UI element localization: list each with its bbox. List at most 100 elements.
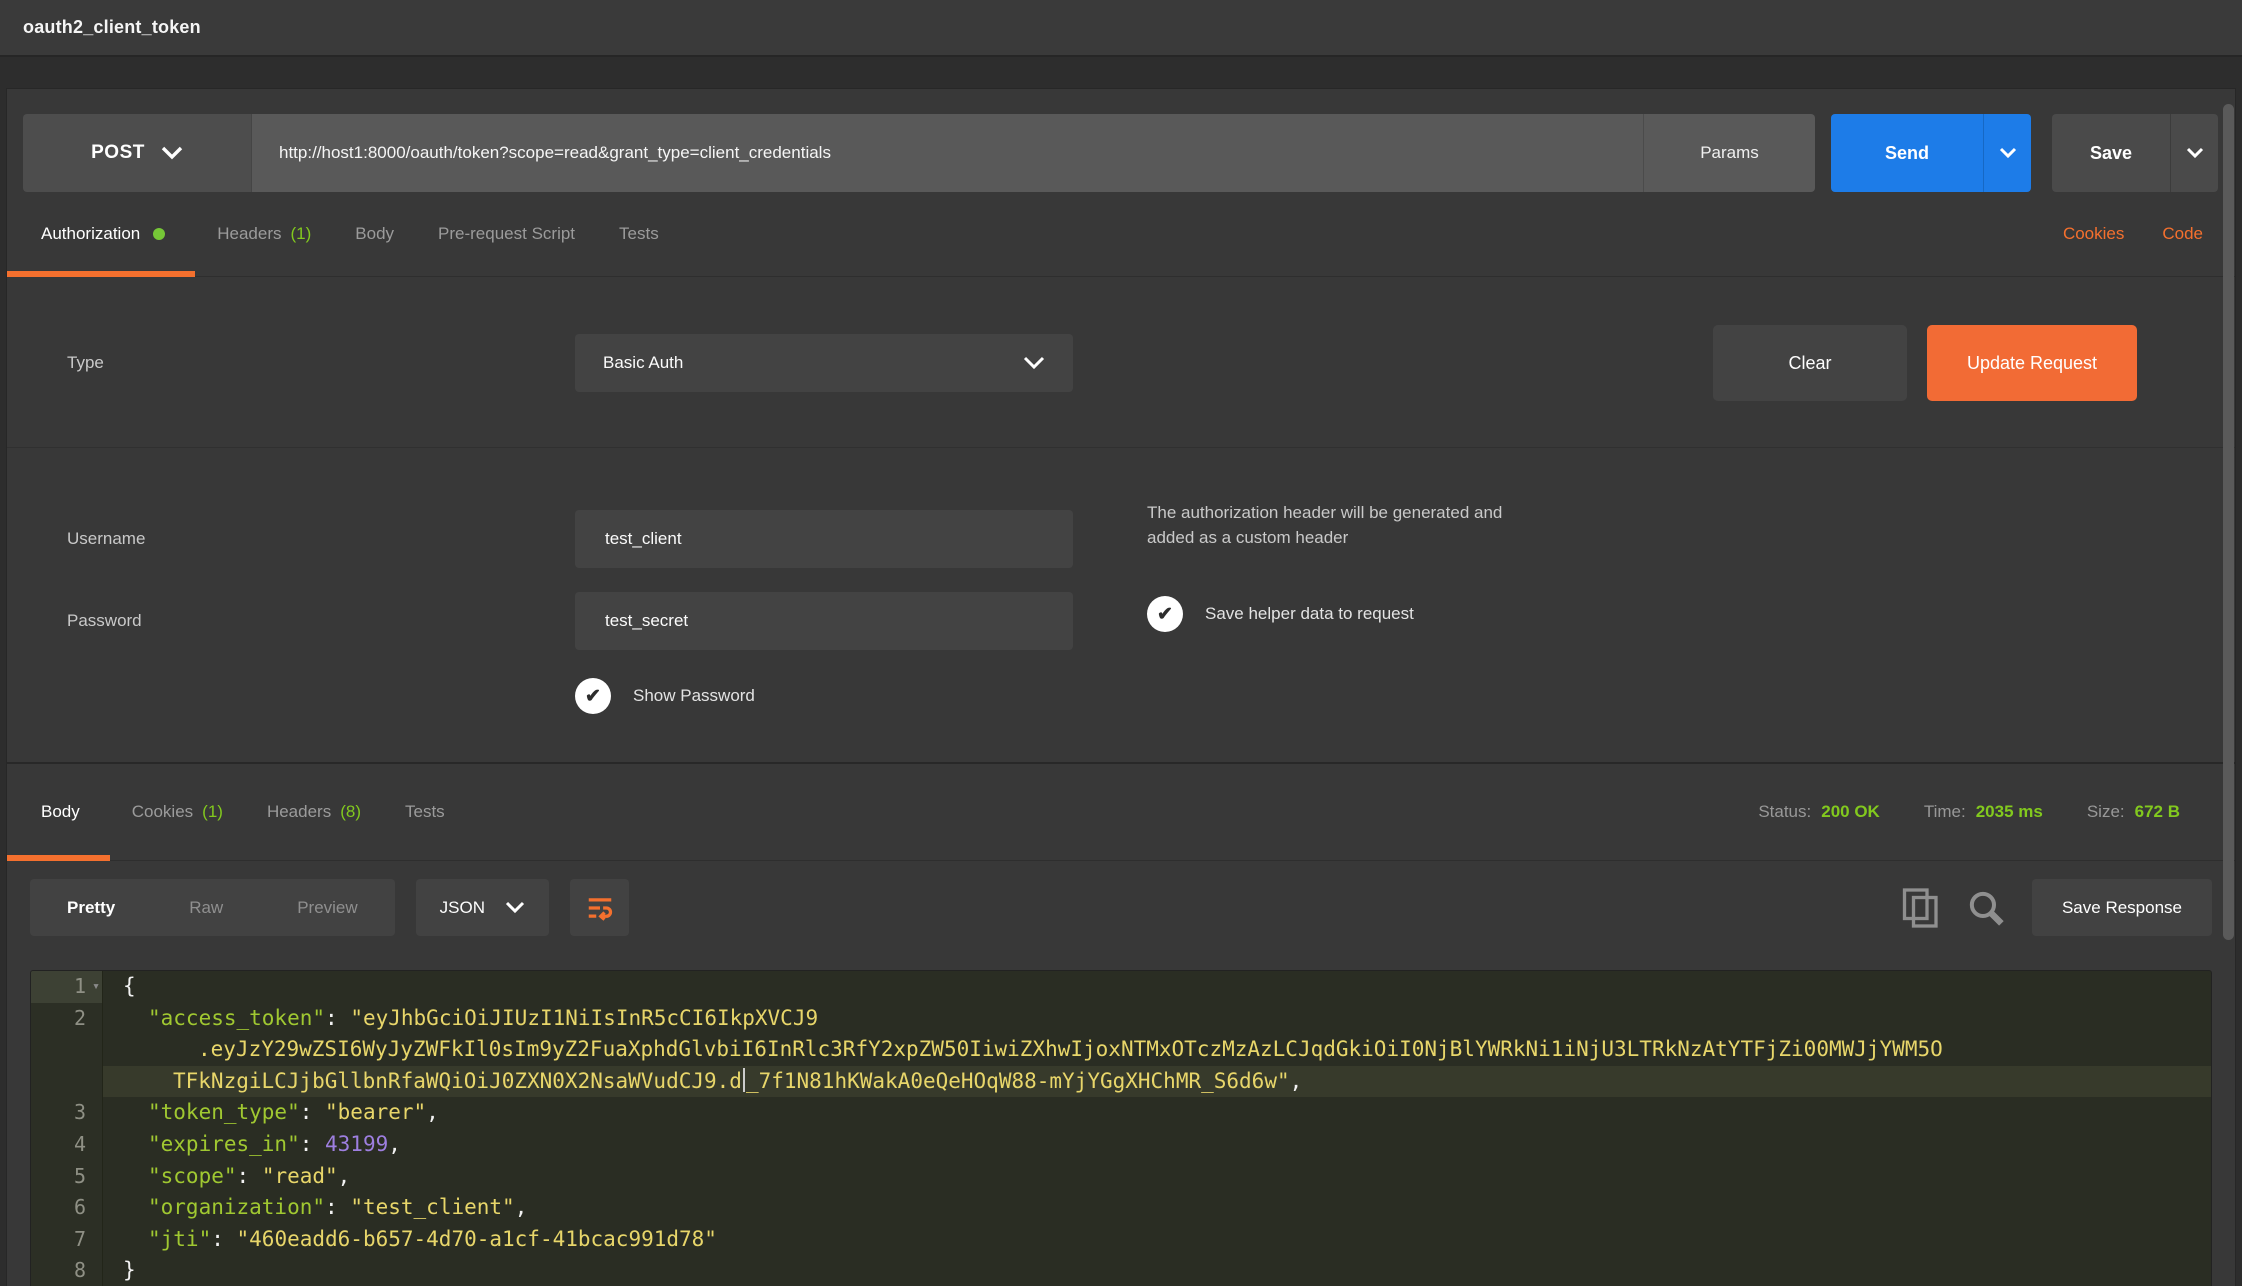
response-body-viewer[interactable]: 1▾{2"access_token": "eyJhbGciOiJIUzI1NiI… [30,970,2212,1286]
checkmark-icon: ✔ [585,687,601,706]
response-tab-tests[interactable]: Tests [383,764,467,860]
helper-text-line1: The authorization header will be generat… [1147,500,1502,525]
auth-helper-column: The authorization header will be generat… [1147,500,1502,632]
view-mode-group: Pretty Raw Preview [30,879,395,936]
show-password-checkbox[interactable]: ✔ [575,678,611,714]
search-icon[interactable] [1966,888,2006,928]
response-toolbar: Pretty Raw Preview JSON [7,861,2235,936]
save-split-button: Save [2052,114,2218,192]
auth-credentials-area: Username test_client Password test_secre… [7,448,2235,762]
tab-label: Tests [619,224,659,244]
tab-pre-request-script[interactable]: Pre-request Script [416,192,597,276]
time-label: Time: [1924,802,1966,822]
chevron-down-icon [505,901,525,914]
copy-icon[interactable] [1900,885,1942,931]
username-label: Username [67,529,575,549]
response-tab-cookies[interactable]: Cookies (1) [110,764,245,860]
response-section: Body Cookies (1) Headers (8) Tests Statu… [7,762,2235,1286]
cookies-link[interactable]: Cookies [2063,224,2124,244]
request-builder-panel: POST http://host1:8000/oauth/token?scope… [6,88,2236,1286]
send-split-button: Send [1831,114,2031,192]
send-button[interactable]: Send [1831,114,1983,192]
code-row: 7"jti": "460eadd6-b657-4d70-a1cf-41bcac9… [31,1224,2211,1256]
response-tab-body[interactable]: Body [7,764,110,860]
status-badge: Status: 200 OK [1758,802,1880,822]
line-number: 2 [31,1003,103,1035]
code-row: TFkNzgiLCJjbGllbnRfaWQiOiJ0ZXN0X2NsaWVud… [31,1066,2211,1098]
vertical-scrollbar[interactable] [2223,104,2234,940]
code-row: 1▾{ [31,971,2211,1003]
code-line: "organization": "test_client", [103,1192,2211,1224]
helper-text-line2: added as a custom header [1147,525,1502,550]
tab-body[interactable]: Body [333,192,416,276]
code-line: "token_type": "bearer", [103,1097,2211,1129]
update-request-button[interactable]: Update Request [1927,325,2137,401]
tab-count: (8) [340,802,361,822]
chevron-down-icon [1999,147,2017,159]
method-dropdown[interactable]: POST [23,114,251,192]
tab-label: Body [355,224,394,244]
save-helper-checkbox[interactable]: ✔ [1147,596,1183,632]
wrap-text-icon [585,893,615,923]
code-row: 4"expires_in": 43199, [31,1129,2211,1161]
response-meta: Status: 200 OK Time: 2035 ms Size: 672 B [1758,764,2235,860]
response-tab-headers[interactable]: Headers (8) [245,764,383,860]
response-toolbar-right: Save Response [1900,879,2212,936]
status-value: 200 OK [1821,802,1880,822]
view-mode-pretty[interactable]: Pretty [30,898,152,918]
tab-links: Cookies Code [2063,192,2235,276]
code-line: .eyJzY29wZSI6WyJyZWFkIl0sIm9yZ2FuaXphdGl… [103,1034,2211,1066]
code-row: 8} [31,1255,2211,1286]
params-button[interactable]: Params [1643,114,1815,192]
code-line: "access_token": "eyJhbGciOiJIUzI1NiIsInR… [103,1003,2211,1035]
tab-label: Tests [405,802,445,822]
line-number: 5 [31,1161,103,1193]
code-line: { [103,971,2211,1003]
auth-type-dropdown[interactable]: Basic Auth [575,334,1073,392]
format-dropdown[interactable]: JSON [416,879,549,936]
code-row: 2"access_token": "eyJhbGciOiJIUzI1NiIsIn… [31,1003,2211,1035]
request-tabs: Authorization Headers (1) Body Pre-reque… [7,192,2235,277]
chevron-down-icon [161,146,183,160]
code-line: "scope": "read", [103,1161,2211,1193]
fold-caret-icon[interactable]: ▾ [92,971,100,1003]
tab-count: (1) [202,802,223,822]
tab-label: Headers [267,802,331,822]
request-title-bar: oauth2_client_token [0,0,2242,57]
show-password-row: ✔ Show Password [575,678,2235,714]
auth-configured-dot [153,228,165,240]
size-badge: Size: 672 B [2087,802,2180,822]
password-input[interactable]: test_secret [575,592,1073,650]
line-number: 6 [31,1192,103,1224]
view-mode-preview[interactable]: Preview [260,898,394,918]
code-row: 3"token_type": "bearer", [31,1097,2211,1129]
code-row: 5"scope": "read", [31,1161,2211,1193]
show-password-label: Show Password [633,686,755,706]
view-mode-raw[interactable]: Raw [152,898,260,918]
tab-tests[interactable]: Tests [597,192,681,276]
status-label: Status: [1758,802,1811,822]
url-input[interactable]: http://host1:8000/oauth/token?scope=read… [251,114,1643,192]
save-helper-row: ✔ Save helper data to request [1147,596,1502,632]
chevron-down-icon [1023,356,1045,370]
tab-label: Cookies [132,802,193,822]
tab-label: Body [41,802,80,822]
send-options-button[interactable] [1983,114,2031,192]
code-line: "jti": "460eadd6-b657-4d70-a1cf-41bcac99… [103,1224,2211,1256]
username-input[interactable]: test_client [575,510,1073,568]
code-line: TFkNzgiLCJjbGllbnRfaWQiOiJ0ZXN0X2NsaWVud… [103,1066,2211,1098]
save-response-button[interactable]: Save Response [2032,879,2212,936]
code-link[interactable]: Code [2162,224,2203,244]
code-line: } [103,1255,2211,1286]
code-row: 6"organization": "test_client", [31,1192,2211,1224]
save-options-button[interactable] [2170,114,2218,192]
checkmark-icon: ✔ [1157,605,1173,624]
clear-button[interactable]: Clear [1713,325,1907,401]
tab-headers[interactable]: Headers (1) [195,192,333,276]
wrap-text-button[interactable] [570,879,629,936]
save-button[interactable]: Save [2052,114,2170,192]
auth-helper-text: The authorization header will be generat… [1147,500,1502,550]
tab-authorization[interactable]: Authorization [7,192,195,276]
line-number: 1▾ [31,971,103,1003]
response-tabs: Body Cookies (1) Headers (8) Tests Statu… [7,764,2235,861]
